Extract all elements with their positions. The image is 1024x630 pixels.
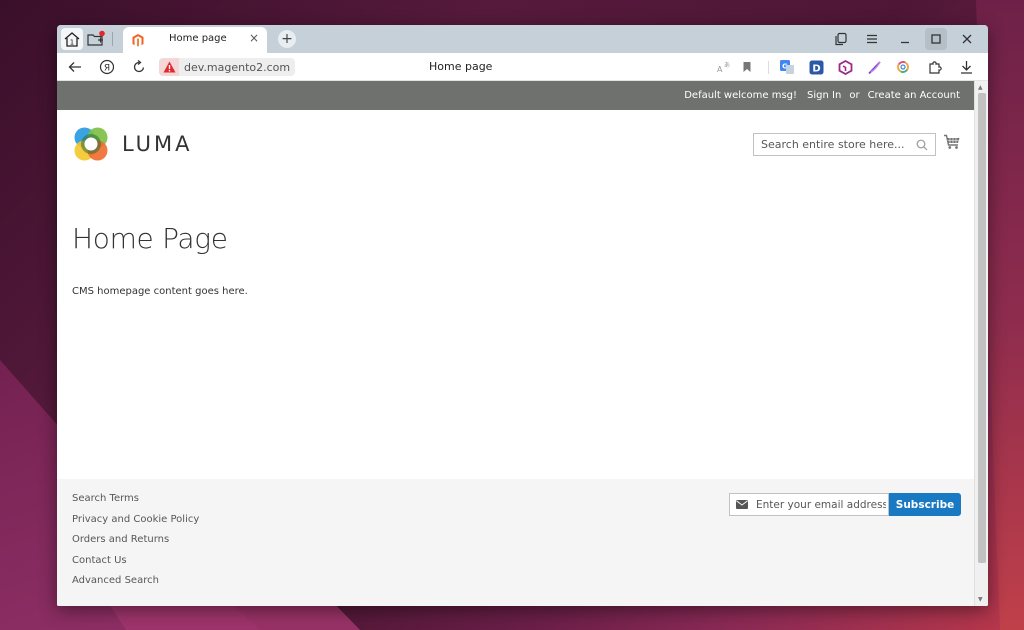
toolbar-divider [768,61,769,74]
sign-in-link[interactable]: Sign In [807,90,841,101]
tabs-icon [835,32,847,46]
new-tab-button[interactable]: + [278,30,296,48]
browser-window: 1 Home page × + Я dev.magento2.com Home … [57,25,988,606]
writing-extension[interactable] [865,58,883,76]
minimize-button[interactable] [894,28,916,50]
cube-icon [838,59,852,75]
url-text[interactable]: dev.magento2.com [179,58,296,76]
reload-icon [133,60,145,73]
quill-pen-icon [867,60,881,74]
or-separator: or [849,90,860,101]
new-tab-group-button[interactable] [85,28,107,50]
page-heading: Home Page [72,222,228,255]
page-title-display: Home page [429,60,493,73]
tab-list-button[interactable] [830,28,852,50]
lens-extension[interactable] [894,58,912,76]
minimize-icon [901,41,909,44]
browser-menu-button[interactable] [861,28,883,50]
welcome-message: Default welcome msg! [684,90,798,101]
svg-text:Я: Я [104,63,110,73]
tab-groups-button[interactable]: 1 [61,28,83,50]
store-header: LUMA [57,110,974,180]
svg-text:あ: あ [724,62,730,69]
puzzle-icon [928,60,942,74]
hamburger-menu-icon [867,34,877,44]
newsletter-form: Subscribe [729,493,961,516]
subscribe-button[interactable]: Subscribe [889,493,961,516]
close-icon [962,34,972,44]
newsletter-email-field[interactable] [729,493,889,516]
footer-link-search-terms[interactable]: Search Terms [72,493,199,514]
svg-text:A: A [717,65,723,74]
back-button[interactable] [65,57,85,77]
scroll-down-arrow-icon[interactable]: ▼ [978,596,983,603]
d-extension[interactable]: D [807,58,825,76]
newsletter-email-input[interactable] [756,498,886,511]
scroll-up-arrow-icon[interactable]: ▲ [978,84,983,91]
download-icon [960,61,972,74]
page-viewport: Default welcome msg! Sign In or Create a… [57,81,988,606]
yandex-button[interactable]: Я [97,57,117,77]
maximize-icon [931,34,941,44]
connection-warning-button[interactable] [159,58,179,76]
footer-link-orders-returns[interactable]: Orders and Returns [72,534,199,555]
tab-close-icon[interactable]: × [249,31,259,45]
cart-icon[interactable] [943,134,961,150]
footer-links: Search Terms Privacy and Cookie Policy O… [72,493,199,596]
d-letter-icon: D [809,60,823,74]
footer-link-contact-us[interactable]: Contact Us [72,555,199,576]
translate-icon: A あ [717,62,730,74]
translate-page-button[interactable]: A あ [715,58,733,76]
google-translate-icon: G [780,60,794,74]
folder-plus-icon [87,30,105,46]
scrollbar-thumb[interactable] [978,93,986,563]
cms-content: CMS homepage content goes here. [72,286,248,297]
tab-strip-divider [112,32,113,46]
store-footer: Search Terms Privacy and Cookie Policy O… [57,479,974,606]
tab-title: Home page [169,33,227,44]
magento-favicon-icon [132,34,144,47]
store-search[interactable] [753,133,936,156]
create-account-link[interactable]: Create an Account [868,90,960,101]
envelope-icon [736,500,748,509]
home-icon: 1 [64,32,80,47]
logo-text: LUMA [122,132,193,156]
svg-text:D: D [812,63,820,74]
cube-extension[interactable] [836,58,854,76]
store-top-bar: Default welcome msg! Sign In or Create a… [57,81,974,110]
maximize-button[interactable] [925,28,947,50]
navigation-bar: Я dev.magento2.com Home page A あ G D [57,53,988,81]
yandex-icon: Я [99,59,115,75]
arrow-left-icon [68,62,81,72]
footer-link-advanced-search[interactable]: Advanced Search [72,575,199,596]
store-logo[interactable]: LUMA [72,125,193,163]
address-bar[interactable]: dev.magento2.com [159,58,296,76]
page-scrollbar[interactable]: ▲ ▼ [974,81,988,606]
tab-home-page[interactable]: Home page × [123,27,267,53]
search-input[interactable] [761,138,911,151]
bookmark-icon [743,62,751,72]
downloads-button[interactable] [957,58,975,76]
search-icon[interactable] [916,139,928,151]
magnifier-color-icon [896,60,909,73]
reload-button[interactable] [129,57,149,77]
warning-triangle-icon [163,61,175,73]
google-translate-extension[interactable]: G [778,58,796,76]
bookmark-button[interactable] [738,58,756,76]
luma-logo-icon [74,127,108,161]
close-window-button[interactable] [956,28,978,50]
tab-count-badge: 1 [70,39,74,47]
footer-link-privacy-policy[interactable]: Privacy and Cookie Policy [72,514,199,535]
extensions-button[interactable] [926,58,944,76]
tab-strip: 1 Home page × + [57,25,988,53]
